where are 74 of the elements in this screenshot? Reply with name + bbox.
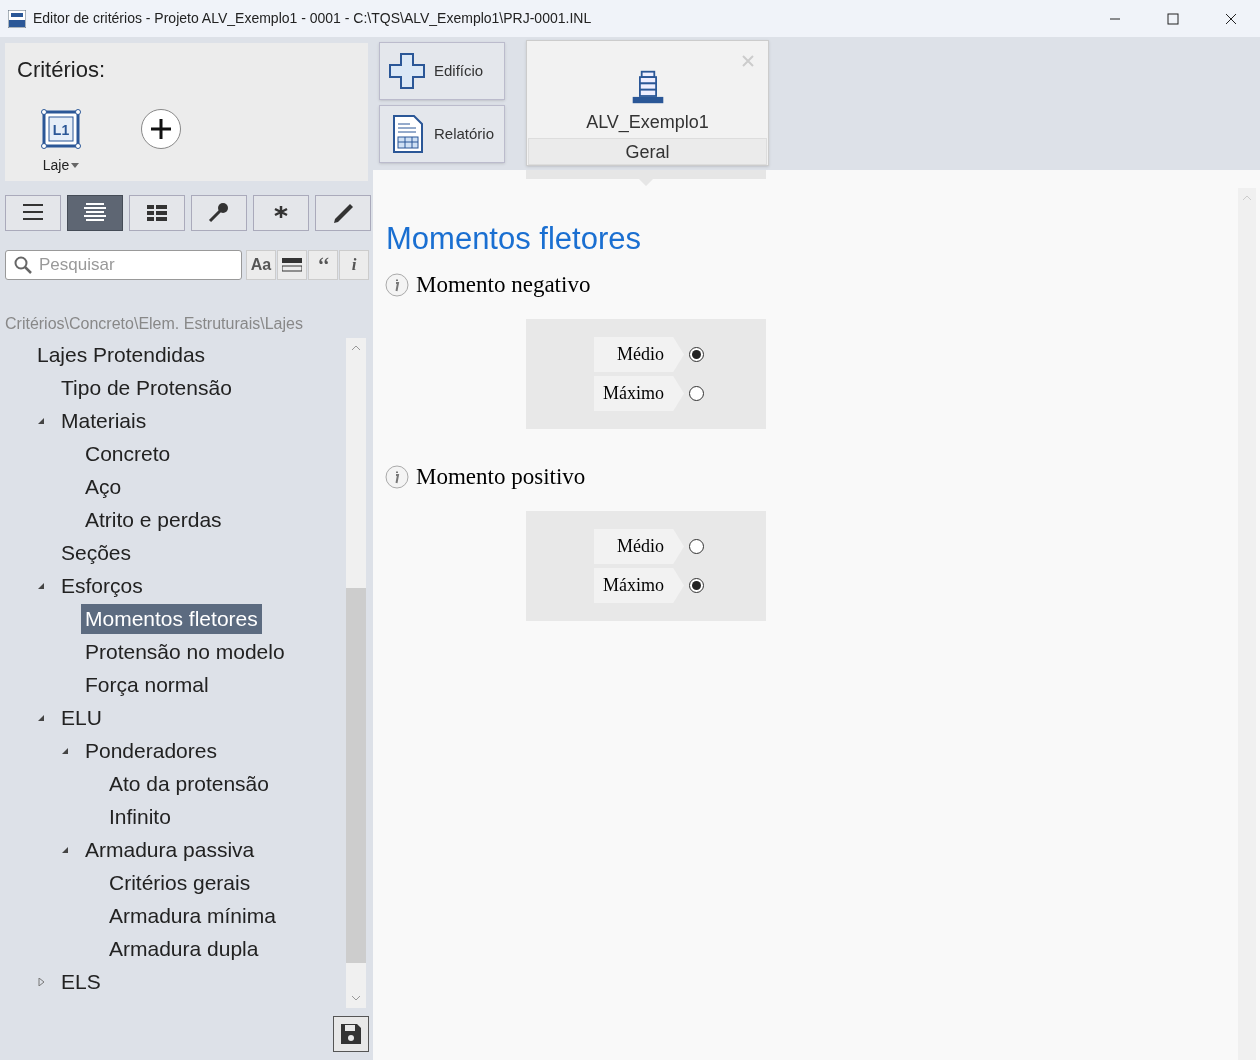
bar-icon (282, 258, 302, 272)
tree-item[interactable]: Seções (57, 537, 136, 568)
option-label: Máximo (594, 568, 684, 603)
expanded-arrow-icon[interactable] (61, 845, 69, 854)
filter-button[interactable] (277, 250, 307, 280)
slab-label: Laje (42, 156, 70, 175)
radio-button[interactable] (689, 386, 704, 401)
expanded-arrow-icon[interactable] (37, 581, 45, 590)
tree-item[interactable]: Tipo de Protensão (57, 372, 236, 403)
option-label: Médio (594, 337, 684, 372)
tree-item[interactable]: Critérios gerais (105, 867, 255, 898)
expanded-arrow-icon[interactable] (37, 416, 45, 425)
radio-button[interactable] (689, 347, 704, 362)
tree-item[interactable]: Armadura passiva (81, 834, 259, 865)
collapsed-arrow-icon[interactable] (37, 977, 45, 986)
app-icon (8, 9, 26, 28)
radio-button[interactable] (689, 539, 704, 554)
report-icon (392, 114, 424, 154)
expanded-arrow-icon[interactable] (37, 713, 45, 722)
quote-button[interactable]: ‘‘ (308, 250, 338, 280)
tree-item[interactable]: Esforços (57, 570, 147, 601)
match-case-button[interactable]: Aa (246, 250, 276, 280)
slab-icon: L1 (41, 109, 81, 149)
add-button[interactable] (141, 109, 181, 149)
view-button[interactable] (253, 195, 309, 231)
project-subtitle: Geral (528, 138, 767, 165)
info-icon[interactable] (385, 465, 409, 489)
scrollbar[interactable] (1238, 188, 1256, 1060)
tree-item[interactable]: Armadura dupla (105, 933, 263, 964)
option-label: Máximo (594, 376, 684, 411)
project-name: ALV_Exemplo1 (586, 111, 709, 135)
option-label: Médio (594, 529, 684, 564)
scrollbar-thumb[interactable] (346, 588, 366, 963)
tree-item[interactable]: Infinito (105, 801, 175, 832)
tree-item[interactable]: Aço (81, 471, 126, 502)
tree-item[interactable]: Ato da protensão (105, 768, 273, 799)
tree-item[interactable]: Protensão no modelo (81, 636, 289, 667)
save-icon (339, 1022, 363, 1046)
project-tab[interactable]: ALV_Exemplo1 Geral (526, 40, 769, 166)
panel-title: Critérios: (17, 56, 105, 84)
tree-item[interactable]: Lajes Protendidas (33, 339, 210, 370)
view-button[interactable] (5, 195, 61, 231)
search-icon (14, 256, 32, 274)
plus-icon (149, 117, 173, 141)
dropdown-icon (71, 163, 80, 168)
building-button[interactable]: Edifício (379, 42, 505, 100)
tree-item[interactable]: Materiais (57, 405, 151, 436)
tree-item[interactable]: Concreto (81, 438, 175, 469)
tree-item[interactable]: Ponderadores (81, 735, 221, 766)
option-title: Momento negativo (416, 270, 591, 299)
info-button[interactable]: i (339, 250, 369, 280)
tree-item[interactable]: Atrito e perdas (81, 504, 226, 535)
scrollbar[interactable] (346, 338, 366, 1008)
view-button[interactable] (191, 195, 247, 231)
tree-item[interactable]: Momentos fletores (81, 603, 262, 634)
breadcrumb: Critérios\Concreto\Elem. Estruturais\Lajes (5, 314, 304, 334)
tree-item[interactable]: Força normal (81, 669, 213, 700)
report-button[interactable]: Relatório (379, 105, 505, 163)
search-field[interactable]: Pesquisar (5, 250, 242, 280)
tree-item[interactable]: Armadura mínima (105, 900, 280, 931)
save-button[interactable] (333, 1016, 369, 1052)
slab-button[interactable]: L1 Laje (5, 109, 105, 176)
tree-item[interactable]: ELS (57, 966, 105, 997)
radio-button[interactable] (689, 578, 704, 593)
section-heading: Momentos fletores (386, 220, 641, 258)
view-button[interactable] (315, 195, 371, 231)
option-title: Momento positivo (416, 462, 586, 491)
plus-icon (388, 52, 426, 90)
view-button[interactable] (129, 195, 185, 231)
expanded-arrow-icon[interactable] (61, 746, 69, 755)
info-icon[interactable] (385, 273, 409, 297)
tree-item[interactable]: ELU (57, 702, 106, 733)
window-title: Editor de critérios - Projeto ALV_Exemplo1 - 0001 - C:\TQS\ALV_Exemplo1\PRJ-0001.INL (33, 9, 592, 28)
view-button[interactable] (67, 195, 123, 231)
